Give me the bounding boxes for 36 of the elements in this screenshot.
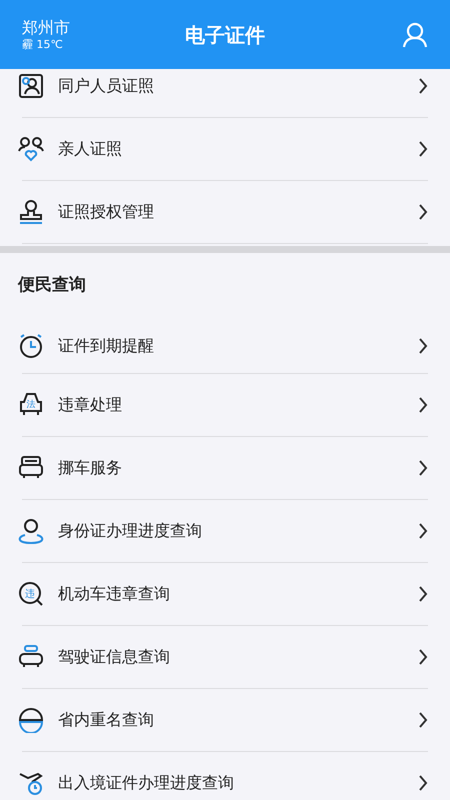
plane-clock-icon — [18, 770, 44, 796]
chevron-right-icon[interactable] — [418, 78, 428, 94]
search-icon: 违 — [18, 581, 44, 607]
menu-item-label[interactable]: 证件到期提醒 — [58, 334, 418, 358]
car-seat-icon — [18, 644, 44, 670]
menu-item-label[interactable]: 同户人员证照 — [58, 74, 418, 98]
menu-item-label[interactable]: 违章处理 — [58, 393, 418, 417]
chevron-right-icon[interactable] — [418, 204, 428, 220]
chevron-right-icon[interactable] — [418, 338, 428, 354]
family-icon — [18, 136, 44, 162]
car-icon — [18, 455, 44, 481]
chevron-right-icon[interactable] — [418, 460, 428, 476]
chevron-right-icon[interactable] — [418, 586, 428, 602]
menu-item-label[interactable]: 出入境证件办理进度查询 — [58, 771, 418, 795]
menu-item-label[interactable]: 身份证办理进度查询 — [58, 519, 418, 543]
stamp-icon — [18, 199, 44, 225]
chevron-right-icon[interactable] — [418, 141, 428, 157]
chevron-right-icon[interactable] — [418, 397, 428, 413]
chevron-right-icon[interactable] — [418, 712, 428, 728]
menu-item-label[interactable]: 证照授权管理 — [58, 200, 418, 224]
page-title: 电子证件 — [184, 22, 266, 48]
person-icon — [18, 518, 44, 544]
menu-item-label[interactable]: 机动车违章查询 — [58, 582, 418, 606]
menu-item-label[interactable]: 驾驶证信息查询 — [58, 645, 418, 669]
half-circle-icon — [18, 707, 44, 733]
section-title: 便民查询 — [18, 274, 86, 298]
person-card-icon — [18, 73, 44, 99]
chevron-right-icon[interactable] — [418, 523, 428, 539]
chevron-right-icon[interactable] — [418, 649, 428, 665]
menu-item-label[interactable]: 挪车服务 — [58, 456, 418, 480]
chevron-right-icon[interactable] — [418, 775, 428, 791]
menu-item-label[interactable]: 省内重名查询 — [58, 708, 418, 732]
menu-item-label[interactable]: 亲人证照 — [58, 137, 418, 161]
weather-text: 霾 15℃ — [22, 38, 64, 52]
user-icon[interactable] — [402, 22, 428, 48]
alarm-clock-icon — [18, 333, 44, 359]
